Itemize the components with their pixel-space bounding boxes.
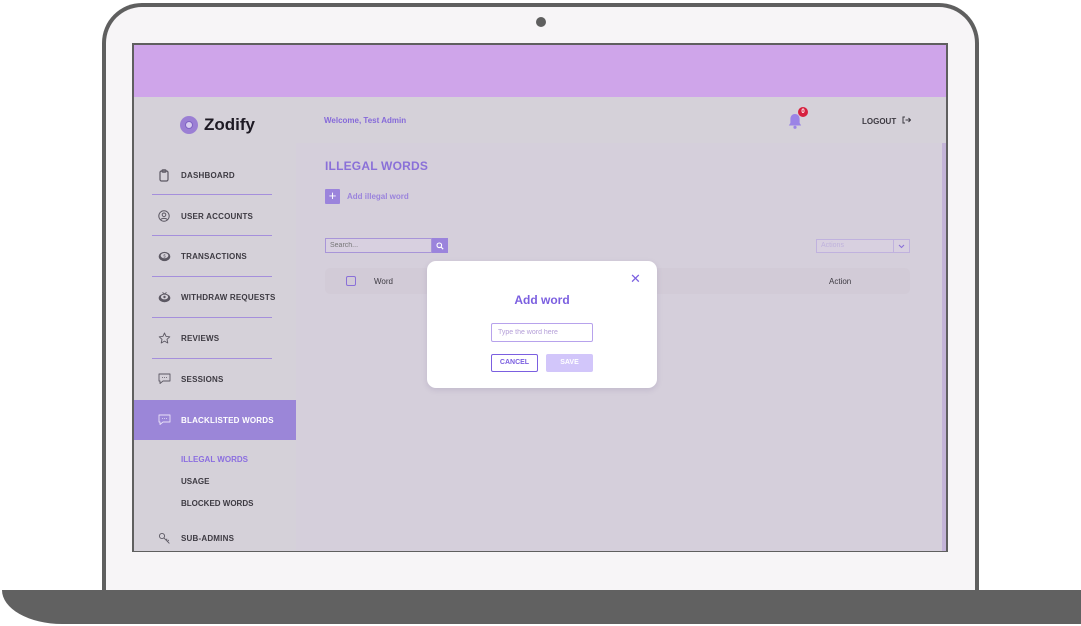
divider: [152, 194, 272, 195]
sidebar-item-label: DASHBOARD: [181, 170, 235, 180]
sidebar-item-sub-admins[interactable]: SUB-ADMINS: [134, 518, 296, 551]
cancel-button[interactable]: CANCEL: [491, 354, 538, 372]
add-word-modal: ✕ Add word CANCEL SAVE: [427, 261, 657, 388]
screen: Zodify DASHBOARD USER ACCOUNTS $ TRANSAC…: [132, 43, 948, 552]
search-bar: [325, 238, 448, 253]
laptop-base: [2, 590, 1081, 624]
word-input[interactable]: [491, 323, 593, 342]
column-header-action: Action: [829, 277, 852, 286]
select-all-checkbox[interactable]: [346, 276, 356, 286]
chevron-down-icon: [893, 240, 909, 252]
sidebar-item-label: TRANSACTIONS: [181, 251, 247, 261]
close-icon[interactable]: ✕: [630, 272, 641, 285]
actions-dropdown[interactable]: Actions: [816, 239, 910, 253]
sidebar-item-label: REVIEWS: [181, 333, 220, 343]
sidebar-item-sessions[interactable]: SESSIONS: [134, 359, 296, 399]
sidebar-item-transactions[interactable]: $ TRANSACTIONS: [134, 236, 296, 276]
save-button[interactable]: SAVE: [546, 354, 593, 372]
modal-title: Add word: [514, 293, 570, 307]
sidebar-item-dashboard[interactable]: DASHBOARD: [134, 155, 296, 195]
submenu-blocked-words[interactable]: BLOCKED WORDS: [181, 499, 253, 508]
actions-value: Actions: [821, 242, 844, 249]
sidebar-item-label: SUB-ADMINS: [181, 533, 235, 543]
chat-icon: [156, 412, 172, 428]
top-band: [134, 45, 946, 97]
sidebar-item-blacklisted-words[interactable]: BLACKLISTED WORDS: [134, 400, 296, 440]
chat-icon: [156, 371, 172, 387]
sidebar-item-user-accounts[interactable]: USER ACCOUNTS: [134, 196, 296, 236]
column-header-word: Word: [374, 277, 393, 286]
sidebar-item-withdraw-requests[interactable]: WITHDRAW REQUESTS: [134, 277, 296, 317]
sidebar-item-label: BLACKLISTED WORDS: [181, 415, 274, 425]
sidebar: Zodify DASHBOARD USER ACCOUNTS $ TRANSAC…: [134, 97, 296, 551]
clipboard-icon: [156, 167, 172, 183]
search-input[interactable]: [325, 238, 432, 253]
withdraw-icon: [156, 289, 172, 305]
star-icon: [156, 330, 172, 346]
search-button[interactable]: [432, 238, 448, 253]
add-label: Add illegal word: [347, 192, 409, 201]
sidebar-item-label: SESSIONS: [181, 374, 224, 384]
camera-dot: [536, 17, 546, 27]
vertical-scrollbar[interactable]: [942, 143, 946, 551]
welcome-text: Welcome, Test Admin: [324, 116, 407, 125]
key-icon: [156, 530, 172, 546]
sidebar-item-label: WITHDRAW REQUESTS: [181, 292, 276, 302]
logout-button[interactable]: LOGOUT: [862, 116, 912, 126]
plus-icon: +: [325, 189, 340, 204]
sidebar-item-label: USER ACCOUNTS: [181, 211, 254, 221]
logo-icon: [180, 116, 198, 134]
search-icon: [436, 241, 444, 250]
brand-name: Zodify: [204, 115, 255, 134]
top-header: Welcome, Test Admin 0 LOGOUT: [296, 97, 946, 143]
notification-badge: 0: [798, 107, 808, 117]
user-circle-icon: [156, 208, 172, 224]
logo[interactable]: Zodify: [180, 115, 255, 135]
submenu-illegal-words[interactable]: ILLEGAL WORDS: [181, 455, 248, 464]
logout-icon: [902, 116, 912, 126]
coins-icon: $: [156, 248, 172, 264]
logout-label: LOGOUT: [862, 116, 897, 126]
page-title: ILLEGAL WORDS: [325, 159, 429, 173]
sidebar-item-reviews[interactable]: REVIEWS: [134, 318, 296, 358]
submenu-usage[interactable]: USAGE: [181, 477, 209, 486]
add-illegal-word-button[interactable]: + Add illegal word: [325, 189, 409, 204]
